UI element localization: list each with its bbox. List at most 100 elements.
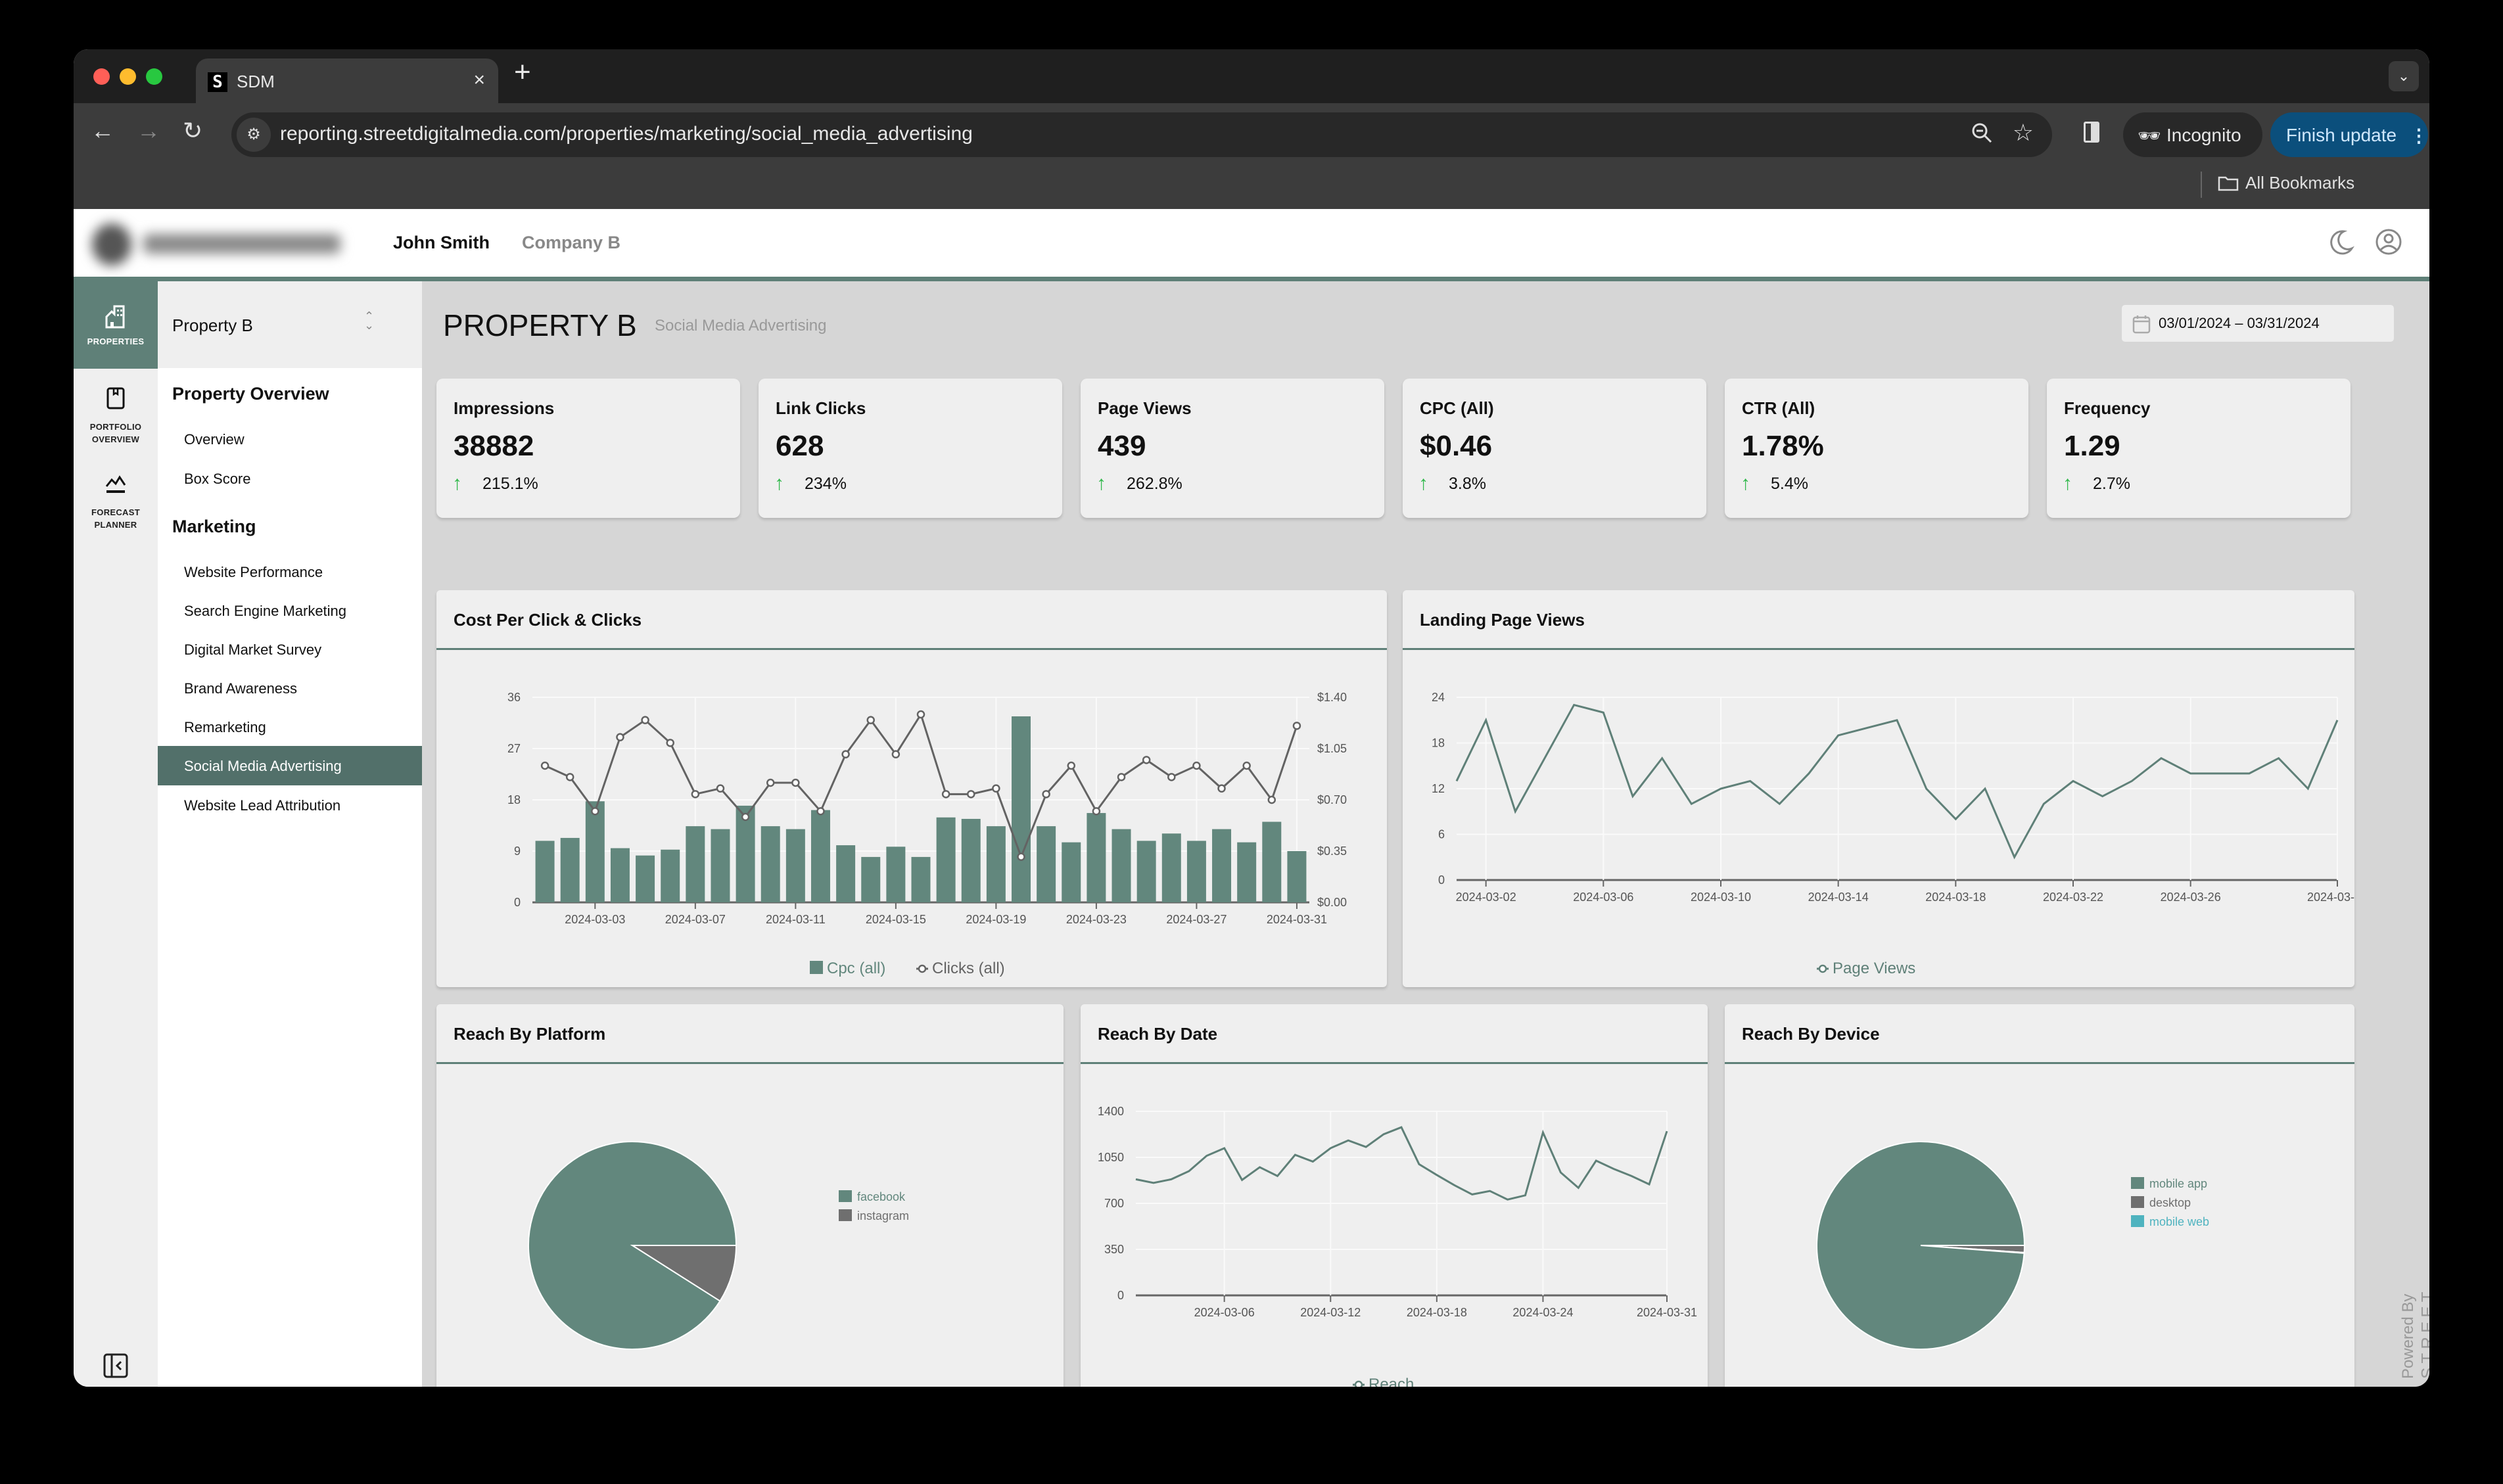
rail-item-portfolio-overview[interactable]: PORTFOLIO OVERVIEW [74,386,158,444]
site-settings-icon[interactable]: ⚙ [237,118,271,152]
bookmark-star-icon[interactable]: ☆ [2013,119,2034,147]
brand-name: STREET DIGITAL MEDIA [2418,1287,2429,1379]
x-tick-label: 2024-03-18 [1407,1306,1467,1319]
bar-cpc [1136,841,1156,902]
kpi-card-ctr: CTR (All) 1.78% ↑ 5.4% [1725,379,2028,518]
company-logo[interactable] [92,223,355,266]
sidebar-item-remarketing[interactable]: Remarketing [158,707,422,747]
y-tick-label: 0 [1438,873,1445,887]
point-clicks [791,778,800,787]
sidebar-item-digital-market-survey[interactable]: Digital Market Survey [158,630,422,669]
rail-item-forecast-planner[interactable]: FORECAST PLANNER [74,472,158,530]
powered-by-label: Powered By [2399,1293,2417,1379]
legend-swatch [839,1190,852,1202]
arrow-up-icon: ↑ [774,473,784,494]
legend-point-marker [918,964,927,973]
kpi-delta: 262.8% [1127,475,1182,493]
y-tick-label: 18 [1432,737,1445,750]
maximize-window-button[interactable] [146,68,162,85]
x-tick-label: 2024-03-31 [1267,913,1327,926]
point-clicks [1242,761,1251,770]
date-range-value: 03/01/2024 – 03/31/2024 [2159,315,2320,331]
side-panel-icon[interactable] [2084,122,2099,143]
legend-point-marker [1354,1380,1363,1387]
rail-item-properties[interactable]: PROPERTIES [74,281,158,369]
y-tick-label: 700 [1104,1197,1124,1210]
date-range-picker[interactable]: 03/01/2024 – 03/31/2024 [2122,305,2394,342]
legend-swatch [839,1209,852,1221]
user-account-icon[interactable] [2374,227,2403,256]
user-name[interactable]: John Smith [393,233,490,253]
kpi-delta: 215.1% [482,475,538,493]
kpi-card-link-clicks: Link Clicks 628 ↑ 234% [759,379,1062,518]
sidebar-item-overview[interactable]: Overview [158,419,422,459]
bar-cpc [760,826,780,902]
close-window-button[interactable] [93,68,110,85]
calendar-icon [2132,315,2151,334]
property-select[interactable]: Property B ⌃ ⌄ [158,281,422,368]
bar-cpc [1212,829,1232,902]
panel-reach-by-platform: Reach By Platform facebook instagram [436,1004,1064,1387]
kpi-value: $0.46 [1420,430,1493,462]
sidebar-item-website-performance[interactable]: Website Performance [158,552,422,591]
incognito-badge[interactable]: 🕶 Incognito [2123,112,2262,157]
bar-cpc [836,845,856,902]
sidebar-item-website-lead-attribution[interactable]: Website Lead Attribution [158,785,422,825]
reach-by-device-chart: mobile app desktop mobile web [1816,1141,2209,1350]
sidebar-item-box-score[interactable]: Box Score [158,459,422,498]
browser-tab[interactable]: S SDM × [196,58,498,104]
kebab-menu-icon[interactable]: ⋮ [2410,125,2428,147]
sidebar-item-brand-awareness[interactable]: Brand Awareness [158,668,422,708]
collapse-sidebar-icon[interactable] [103,1353,129,1379]
y-right-tick-label: $0.70 [1317,793,1347,806]
tab-title: SDM [237,72,275,91]
sidebar-item-label: Overview [184,431,245,448]
panel-header: Landing Page Views [1403,590,2354,650]
company-name[interactable]: Company B [522,233,620,253]
point-clicks [1167,773,1176,781]
forward-arrow-icon[interactable]: → [137,116,160,145]
kpi-value: 1.78% [1742,430,1824,462]
arrow-up-icon: ↑ [1741,473,1750,494]
bar-cpc [610,848,630,902]
kpi-value: 628 [776,430,824,462]
bar-cpc [1062,842,1081,902]
url-text[interactable]: reporting.streetdigitalmedia.com/propert… [280,123,973,145]
legend-label: mobile web [2149,1215,2209,1228]
x-tick-label: 2024-03-22 [2043,891,2103,904]
back-arrow-icon[interactable]: ← [91,116,114,145]
tab-close-icon[interactable]: × [473,69,485,91]
bar-cpc [1111,829,1131,902]
address-bar[interactable]: ⚙ reporting.streetdigitalmedia.com/prope… [231,112,2052,157]
all-bookmarks-label: All Bookmarks [2245,173,2355,193]
y-tick-label: 18 [507,793,521,806]
x-tick-label: 2024-03-27 [1166,913,1227,926]
sidebar-item-social-media-advertising[interactable]: Social Media Advertising [158,746,422,785]
sidebar-item-search-engine-marketing[interactable]: Search Engine Marketing [158,591,422,630]
tab-search-chevron-icon[interactable]: ⌄ [2389,61,2419,91]
reload-icon[interactable]: ↻ [183,116,202,145]
finish-update-button[interactable]: Finish update ⋮ [2270,112,2428,157]
legend-label: mobile app [2149,1177,2207,1190]
bar-cpc [1237,842,1257,902]
sidebar-item-label: Website Performance [184,564,323,580]
x-tick-label: 2024-03-12 [1300,1306,1361,1319]
legend-label: facebook [857,1190,906,1203]
sidebar-item-label: Social Media Advertising [184,758,342,774]
point-clicks [1217,784,1226,793]
pie-slice-mobile-app [1816,1141,2026,1350]
all-bookmarks-button[interactable]: All Bookmarks [2218,173,2354,193]
minimize-window-button[interactable] [120,68,136,85]
bar-cpc [961,818,981,902]
legend-swatch [2131,1196,2144,1208]
point-clicks [941,790,950,799]
panel-cpc-clicks: Cost Per Click & Clicks 0 9 18 27 36 $0.00 $0.… [436,590,1387,987]
bookmarks-bar: All Bookmarks [74,161,2429,209]
legend-bar-swatch [810,961,823,974]
point-clicks [565,773,574,781]
point-clicks [1042,790,1050,799]
new-tab-button[interactable]: + [514,56,531,89]
panel-title: Landing Page Views [1420,610,1585,630]
dark-mode-moon-icon[interactable] [2327,227,2356,256]
zoom-out-icon[interactable] [1971,122,1993,149]
